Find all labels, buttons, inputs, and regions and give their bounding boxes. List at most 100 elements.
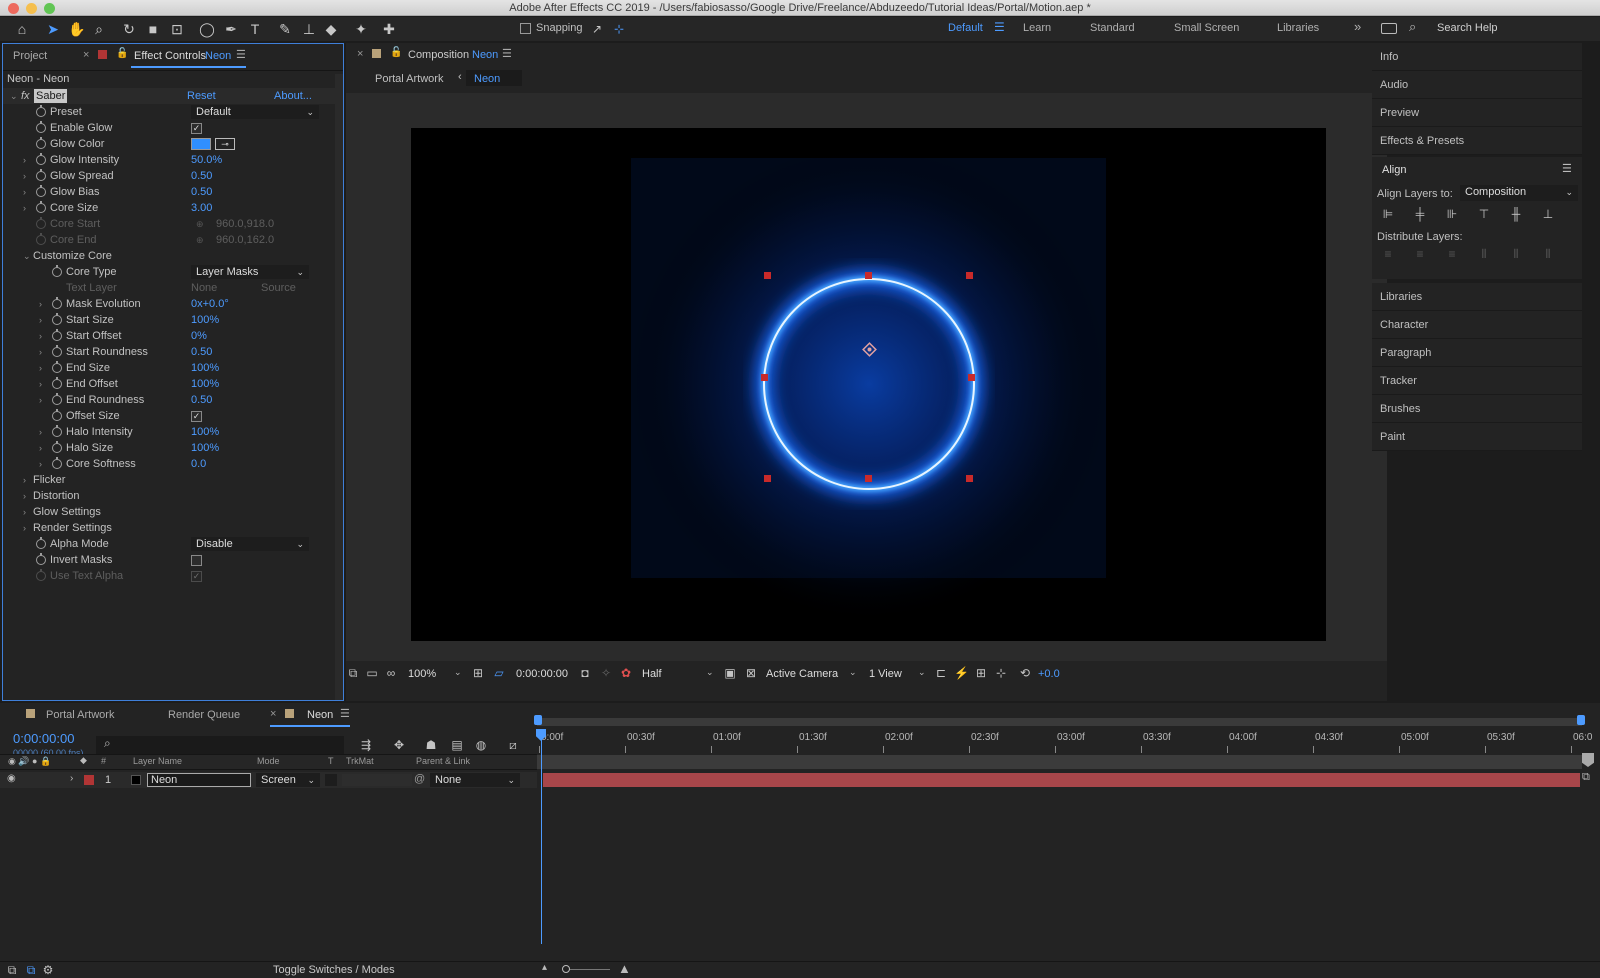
shy-layers-icon[interactable]: ☗ [424, 738, 438, 752]
selection-tool-icon[interactable]: ➤ [44, 20, 62, 38]
stopwatch-icon[interactable] [36, 169, 46, 181]
workspace-libraries[interactable]: Libraries [1277, 22, 1319, 34]
stopwatch-icon[interactable] [52, 457, 62, 469]
mask-vertex[interactable] [764, 272, 771, 279]
property-row[interactable]: Glow Color ⊸ [3, 136, 343, 152]
property-row[interactable]: › Core Size 3.00 [3, 200, 343, 216]
align-vertical-center-icon[interactable]: ╫ [1509, 207, 1523, 221]
disclosure-arrow-icon[interactable]: › [39, 376, 42, 392]
stopwatch-icon[interactable] [36, 537, 46, 549]
invert-masks-checkbox[interactable] [191, 555, 202, 566]
lock-icon[interactable]: 🔓 [390, 47, 402, 58]
mask-visibility-icon[interactable]: ∞ [384, 666, 398, 680]
current-time[interactable]: 0:00:00:00 [516, 668, 568, 680]
stopwatch-icon[interactable] [36, 201, 46, 213]
stopwatch-icon[interactable] [52, 393, 62, 405]
stopwatch-icon[interactable] [36, 121, 46, 133]
panel-menu-icon[interactable]: ☰ [236, 48, 246, 61]
mask-vertex[interactable] [968, 374, 975, 381]
value-end-roundness[interactable]: 0.50 [191, 392, 212, 408]
property-row[interactable]: › Glow Spread 0.50 [3, 168, 343, 184]
value-core-softness[interactable]: 0.0 [191, 456, 206, 472]
stopwatch-icon[interactable] [52, 329, 62, 341]
property-row[interactable]: Use Text Alpha ✓ [3, 568, 343, 584]
stopwatch-icon[interactable] [36, 569, 46, 581]
puppet-pin-tool-icon[interactable]: ✚ [380, 20, 398, 38]
exposure-value[interactable]: +0.0 [1038, 668, 1060, 680]
reset-exposure-icon[interactable]: ⟲ [1018, 666, 1032, 680]
brush-tool-icon[interactable]: ✎ [276, 20, 294, 38]
property-row[interactable]: Invert Masks [3, 552, 343, 568]
align-top-icon[interactable]: ⊤ [1477, 207, 1491, 221]
zoom-select[interactable]: 100% [408, 668, 436, 680]
region-of-interest-icon[interactable]: ▣ [723, 666, 737, 680]
property-row[interactable]: › Start Roundness 0.50 [3, 344, 343, 360]
stopwatch-icon[interactable] [52, 313, 62, 325]
type-tool-icon[interactable]: T [246, 20, 264, 38]
breadcrumb-current[interactable]: Neon [474, 73, 500, 85]
fast-previews-icon[interactable]: ⚡ [954, 666, 969, 680]
property-row[interactable]: › End Size 100% [3, 360, 343, 376]
column-layer-name[interactable]: Layer Name [133, 756, 182, 766]
color-channels-icon[interactable]: ✿ [619, 666, 633, 680]
value-start-size[interactable]: 100% [191, 312, 219, 328]
stopwatch-icon[interactable] [36, 233, 46, 245]
tab-composition-name[interactable]: Neon [472, 49, 498, 61]
fx-icon[interactable]: fx [21, 88, 30, 104]
align-right-icon[interactable]: ⊪ [1445, 207, 1459, 221]
value-halo-intensity[interactable]: 100% [191, 424, 219, 440]
flowchart-icon[interactable]: ⊹ [994, 666, 1008, 680]
disclosure-arrow-icon[interactable]: › [23, 152, 26, 168]
value-end-size[interactable]: 100% [191, 360, 219, 376]
value-core-size[interactable]: 3.00 [191, 200, 212, 216]
group-render-settings[interactable]: Render Settings [33, 520, 112, 536]
value-end-offset[interactable]: 100% [191, 376, 219, 392]
minimize-window-button[interactable] [26, 3, 37, 14]
snap-edges-icon[interactable]: ↗ [588, 20, 606, 38]
disclosure-arrow-icon[interactable]: › [23, 504, 26, 520]
property-row[interactable]: › Halo Size 100% [3, 440, 343, 456]
close-tab-icon[interactable]: × [270, 708, 276, 720]
mask-vertex[interactable] [865, 475, 872, 482]
resolution-select[interactable]: Half [642, 668, 662, 680]
property-row[interactable]: Text Layer None Source [3, 280, 343, 296]
trkmat-select[interactable] [342, 774, 412, 786]
property-row[interactable]: › Glow Intensity 50.0% [3, 152, 343, 168]
layer-name-field[interactable]: Neon [147, 773, 251, 787]
mask-vertex[interactable] [764, 475, 771, 482]
snapshot-camera-icon[interactable]: ◘ [578, 666, 592, 680]
close-tab-icon[interactable]: × [83, 49, 89, 61]
eyedropper-icon[interactable]: ⊸ [215, 138, 235, 150]
stopwatch-icon[interactable] [36, 217, 46, 229]
property-row[interactable]: › Core Softness 0.0 [3, 456, 343, 472]
panel-menu-icon[interactable]: ☰ [340, 707, 350, 720]
property-row[interactable]: › Glow Settings [3, 504, 343, 520]
time-navigator-bar[interactable] [537, 755, 1582, 769]
stopwatch-icon[interactable] [52, 377, 62, 389]
motion-blur-icon[interactable]: ◍ [474, 738, 488, 752]
roto-brush-tool-icon[interactable]: ✦ [352, 20, 370, 38]
in-out-stretch-icon[interactable]: ⚙ [41, 963, 55, 977]
value-start-offset[interactable]: 0% [191, 328, 207, 344]
ellipse-tool-icon[interactable]: ◯ [198, 20, 216, 38]
property-row[interactable]: › End Roundness 0.50 [3, 392, 343, 408]
comp-canvas[interactable] [411, 128, 1326, 641]
preserve-transparency-toggle[interactable] [325, 774, 337, 786]
camera-tool-icon[interactable]: ■ [144, 20, 162, 38]
property-row[interactable]: Core Type Layer Masks ⌄ [3, 264, 343, 280]
enable-glow-checkbox[interactable]: ✓ [191, 123, 202, 134]
search-help-input[interactable]: Search Help [1437, 22, 1498, 34]
group-flicker[interactable]: Flicker [33, 472, 65, 488]
panel-menu-icon[interactable]: ☰ [502, 47, 512, 60]
mask-vertex[interactable] [865, 272, 872, 279]
graph-editor-icon[interactable]: ⧄ [506, 738, 520, 752]
show-snapshot-icon[interactable]: ✧ [599, 666, 613, 680]
hand-tool-icon[interactable]: ✋ [68, 20, 86, 38]
offset-size-checkbox[interactable]: ✓ [191, 411, 202, 422]
property-row[interactable]: Preset Default ⌄ [3, 104, 343, 120]
work-area-start-handle[interactable] [534, 715, 542, 725]
workspace-menu-icon[interactable]: ☰ [994, 20, 1005, 34]
panel-tracker[interactable]: Tracker [1372, 367, 1582, 395]
property-row[interactable]: ⌄ Customize Core [3, 248, 343, 264]
value-mask-evolution[interactable]: 0x+0.0° [191, 296, 229, 312]
